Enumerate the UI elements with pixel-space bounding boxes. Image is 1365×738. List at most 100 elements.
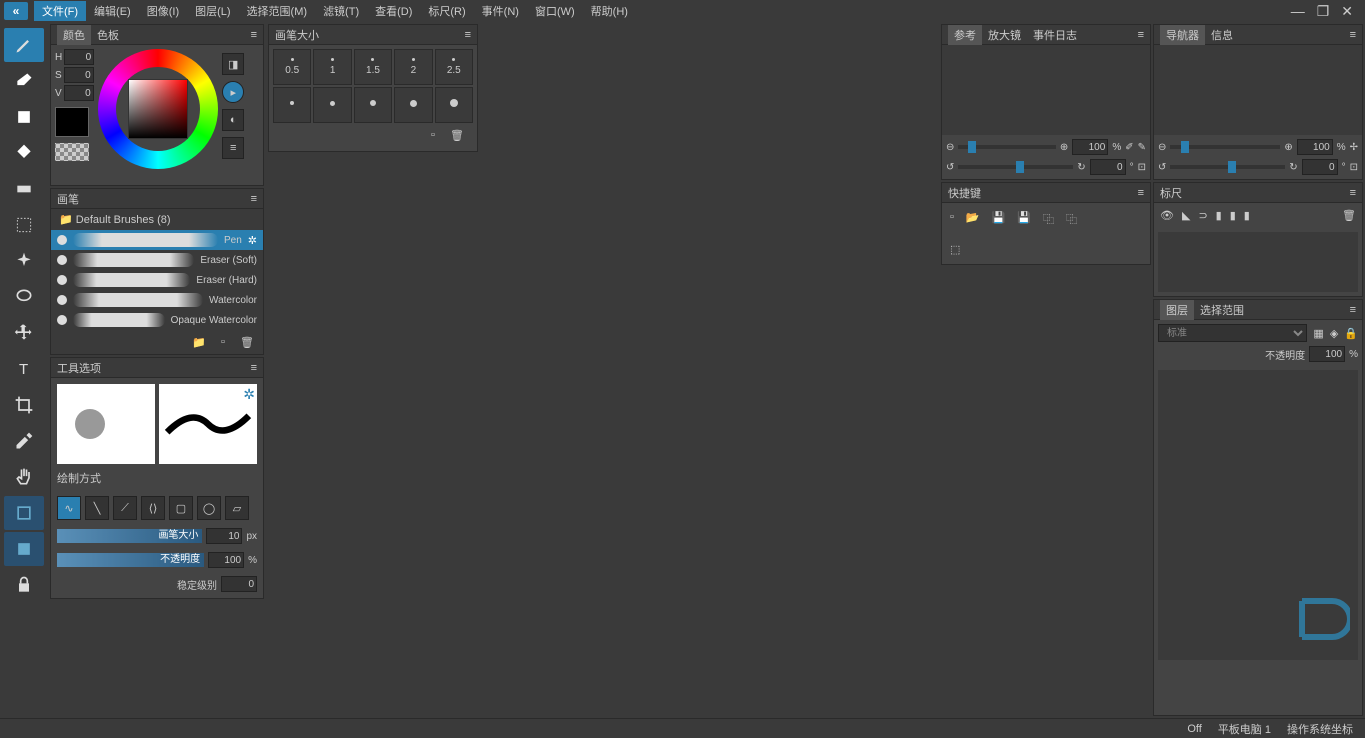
save-icon[interactable]: 💾 [992, 211, 1006, 227]
layers-tab[interactable]: 图层 [1160, 300, 1194, 320]
size-cell[interactable]: 1 [313, 49, 351, 85]
rotate-ccw-icon[interactable]: ↺ [946, 162, 954, 173]
color-tab[interactable]: 颜色 [57, 25, 91, 45]
gear-icon[interactable]: ✲ [243, 386, 255, 403]
new-icon[interactable]: ▫ [215, 334, 231, 350]
eyedropper-tool[interactable] [4, 424, 44, 458]
s-input[interactable] [64, 67, 94, 83]
size-cell[interactable]: 0.5 [273, 49, 311, 85]
paste-icon[interactable]: ⿻ [1066, 211, 1077, 227]
selection-tab[interactable]: 选择范围 [1194, 300, 1250, 320]
hand-tool[interactable] [4, 460, 44, 494]
view-tool-a[interactable] [4, 496, 44, 530]
info-tab[interactable]: 信息 [1205, 25, 1239, 45]
color-play-btn[interactable]: ▸ [222, 81, 244, 103]
mode-curve[interactable]: ⟋ [113, 496, 137, 520]
reset-icon[interactable]: ⊡ [1350, 162, 1358, 173]
brush-item-eraser-hard[interactable]: Eraser (Hard) [51, 270, 263, 290]
reset-icon[interactable]: ⊡ [1138, 162, 1146, 173]
trash-icon[interactable]: 🗑 [449, 127, 465, 143]
angle-input[interactable] [1090, 159, 1126, 175]
panel-menu-icon[interactable]: ≡ [1350, 187, 1356, 199]
trash-icon[interactable]: 🗑 [239, 334, 255, 350]
panel-menu-icon[interactable]: ≡ [251, 29, 257, 41]
new-file-icon[interactable]: ▫ [950, 211, 954, 227]
transparent-swatch[interactable] [55, 143, 89, 161]
size-cell[interactable]: 1.5 [354, 49, 392, 85]
opacity-input[interactable] [208, 552, 244, 568]
angle-slider[interactable] [958, 165, 1073, 169]
panel-menu-icon[interactable]: ≡ [1350, 304, 1356, 316]
fit-icon[interactable]: ✢ [1350, 142, 1358, 153]
eyedropper-icon[interactable]: ✐ [1125, 142, 1133, 153]
menu-event[interactable]: 事件(N) [474, 1, 527, 21]
panel-menu-icon[interactable]: ≡ [1350, 29, 1356, 41]
angle-slider[interactable] [1170, 165, 1285, 169]
eyedropper2-icon[interactable]: ✎ [1138, 142, 1146, 153]
rotate-cw-icon[interactable]: ↻ [1289, 162, 1297, 173]
brush-item-watercolor[interactable]: Watercolor [51, 290, 263, 310]
mode-rect[interactable]: ▢ [169, 496, 193, 520]
mode-polyline[interactable]: ⟨⟩ [141, 496, 165, 520]
zoom-in-icon[interactable]: ⊕ [1060, 142, 1068, 153]
brush-tool[interactable] [4, 28, 44, 62]
eraser-tool[interactable] [4, 64, 44, 98]
text-tool[interactable]: T [4, 352, 44, 386]
color-circle-btn[interactable]: ◐ [222, 109, 244, 131]
new-icon[interactable]: ▫ [425, 127, 441, 143]
mode-freehand[interactable]: ∿ [57, 496, 81, 520]
lasso-tool[interactable] [4, 280, 44, 314]
maximize-icon[interactable]: ❐ [1317, 3, 1330, 20]
menu-window[interactable]: 窗口(W) [527, 1, 583, 21]
lock-tool[interactable] [4, 568, 44, 602]
gear-icon[interactable]: ✲ [248, 234, 257, 247]
panel-menu-icon[interactable]: ≡ [251, 193, 257, 205]
navigator-tab[interactable]: 导航器 [1160, 25, 1205, 45]
view-tool-b[interactable] [4, 532, 44, 566]
brush-item-opaque-watercolor[interactable]: Opaque Watercolor [51, 310, 263, 330]
rotate-ccw-icon[interactable]: ↺ [1158, 162, 1166, 173]
wand-tool[interactable] [4, 244, 44, 278]
menu-help[interactable]: 帮助(H) [583, 1, 636, 21]
flip-icon[interactable]: ▮ [1244, 209, 1250, 222]
zoom-input[interactable] [1072, 139, 1108, 155]
foreground-color[interactable] [55, 107, 89, 137]
angle-input[interactable] [1302, 159, 1338, 175]
magnet-icon[interactable]: ⊃ [1198, 209, 1207, 222]
v-input[interactable] [64, 85, 94, 101]
minimize-icon[interactable]: — [1291, 3, 1305, 20]
move-tool[interactable] [4, 316, 44, 350]
menu-ruler[interactable]: 标尺(R) [420, 1, 473, 21]
menu-edit[interactable]: 编辑(E) [86, 1, 139, 21]
swatch-tab[interactable]: 色板 [91, 25, 125, 45]
size-cell[interactable]: 2.5 [435, 49, 473, 85]
stability-input[interactable] [221, 576, 257, 592]
menu-file[interactable]: 文件(F) [34, 1, 86, 21]
lock-icon[interactable]: 🔒 [1344, 327, 1358, 340]
zoom-slider[interactable] [1170, 145, 1280, 149]
menu-image[interactable]: 图像(I) [139, 1, 187, 21]
zoom-slider[interactable] [958, 145, 1056, 149]
h-input[interactable] [64, 49, 94, 65]
panel-menu-icon[interactable]: ≡ [1138, 29, 1144, 41]
menu-selection[interactable]: 选择范围(M) [239, 1, 316, 21]
eventlog-tab[interactable]: 事件日志 [1027, 25, 1083, 45]
eye-icon[interactable]: 👁 [1160, 209, 1174, 222]
reference-tab[interactable]: 参考 [948, 25, 982, 45]
zoom-input[interactable] [1297, 139, 1333, 155]
triangle-icon[interactable]: ◣ [1182, 209, 1190, 222]
layer-opacity-input[interactable] [1309, 346, 1345, 362]
brush-item-pen[interactable]: Pen✲ [51, 230, 263, 250]
color-list-btn[interactable]: ≡ [222, 137, 244, 159]
menu-layer[interactable]: 图层(L) [187, 1, 238, 21]
crop-tool[interactable] [4, 388, 44, 422]
copy-icon[interactable]: ⿻ [1043, 211, 1054, 227]
size-cell[interactable]: 2 [394, 49, 432, 85]
flip-h-icon[interactable]: ▮ [1216, 209, 1222, 222]
brush-folder[interactable]: 📁 Default Brushes (8) [51, 209, 263, 230]
mode-line[interactable]: ╲ [85, 496, 109, 520]
marquee-tool[interactable] [4, 208, 44, 242]
menu-filter[interactable]: 滤镜(T) [315, 1, 367, 21]
mode-ellipse[interactable]: ◯ [197, 496, 221, 520]
opacity-slider[interactable]: 不透明度 [57, 553, 204, 567]
